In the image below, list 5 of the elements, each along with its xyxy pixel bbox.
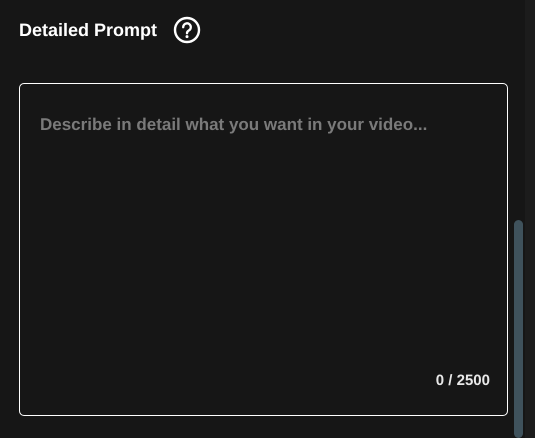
help-icon[interactable] xyxy=(173,16,202,44)
character-counter: 0 / 2500 xyxy=(436,370,490,390)
scrollbar-thumb[interactable] xyxy=(514,220,523,438)
prompt-field[interactable]: Describe in detail what you want in your video... 0 / 2500 xyxy=(19,83,508,416)
section-title: Detailed Prompt xyxy=(19,21,158,39)
